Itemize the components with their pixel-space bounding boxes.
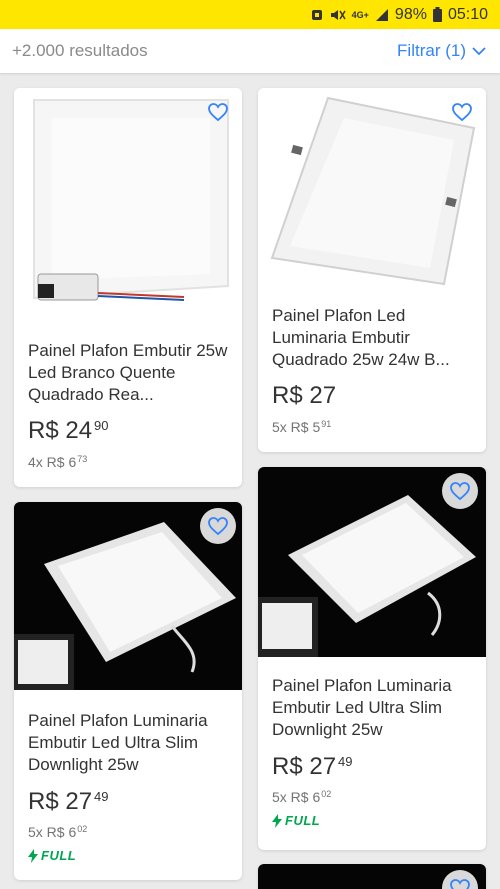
installments: 5x R$ 6 02 [28, 824, 87, 840]
price-cents: 90 [94, 418, 109, 433]
heart-icon [208, 517, 228, 536]
product-title[interactable]: Painel Plafon Luminaria Embutir Led Ultr… [28, 710, 230, 776]
product-price: R$ 24 90 [28, 417, 109, 445]
clock: 05:10 [447, 5, 488, 23]
network-type-label: 4G+ [351, 9, 369, 20]
results-count: +2.000 resultados [12, 41, 148, 60]
price-whole: R$ 27 [272, 382, 337, 409]
full-shipping-badge: FULL [272, 813, 320, 828]
product-card[interactable]: Painel Plafon Led Luminaria Embutir Quad… [258, 88, 486, 452]
price-whole: R$ 27 [272, 753, 337, 780]
heart-icon [450, 482, 470, 501]
price-whole: R$ 27 [28, 788, 93, 815]
installments-whole: 4x R$ 6 [28, 454, 77, 470]
installments-cents: 02 [321, 789, 332, 799]
installments-cents: 73 [77, 454, 88, 464]
product-title[interactable]: Painel Plafon Embutir 25w Led Branco Que… [28, 340, 230, 406]
product-title[interactable]: Painel Plafon Led Luminaria Embutir Quad… [272, 305, 474, 371]
installments-whole: 5x R$ 6 [28, 824, 77, 840]
lightning-icon [272, 813, 282, 828]
heart-icon [208, 103, 228, 122]
full-shipping-badge: FULL [28, 848, 76, 863]
battery-percent: 98% [394, 5, 427, 23]
chevron-down-icon [472, 46, 486, 55]
favorite-button[interactable] [444, 94, 480, 130]
price-whole: R$ 24 [28, 417, 93, 444]
filter-label: Filtrar (1) [397, 41, 466, 60]
price-cents: 49 [94, 789, 109, 804]
heart-icon [452, 103, 472, 122]
installments: 4x R$ 6 73 [28, 454, 87, 470]
product-card[interactable] [258, 864, 486, 889]
favorite-button[interactable] [200, 94, 236, 130]
heart-icon [450, 879, 470, 889]
signal-icon [375, 8, 389, 22]
product-card[interactable]: Painel Plafon Luminaria Embutir Led Ultr… [258, 467, 486, 850]
installments-whole: 5x R$ 6 [272, 789, 321, 805]
mute-icon [330, 8, 346, 22]
installments-cents: 91 [321, 419, 332, 429]
installments-cents: 02 [77, 824, 88, 834]
battery-icon [432, 7, 442, 22]
installments: 5x R$ 6 02 [272, 789, 331, 805]
full-label: FULL [41, 848, 77, 863]
alarm-icon [310, 8, 324, 22]
installments: 5x R$ 5 91 [272, 419, 331, 435]
product-card[interactable]: Painel Plafon Luminaria Embutir Led Ultr… [14, 502, 242, 880]
installments-whole: 5x R$ 5 [272, 419, 321, 435]
favorite-button[interactable] [200, 508, 236, 544]
status-bar: 4G+ 98% 05:10 [0, 0, 500, 29]
product-price: R$ 27 [272, 382, 338, 410]
product-title[interactable]: Painel Plafon Luminaria Embutir Led Ultr… [272, 675, 474, 741]
product-price: R$ 27 49 [272, 753, 353, 781]
price-cents: 49 [338, 754, 353, 769]
product-price: R$ 27 49 [28, 788, 109, 816]
favorite-button[interactable] [442, 473, 478, 509]
lightning-icon [28, 848, 38, 863]
product-card[interactable]: Painel Plafon Embutir 25w Led Branco Que… [14, 88, 242, 487]
results-header: +2.000 resultados Filtrar (1) [0, 29, 500, 73]
full-label: FULL [285, 813, 321, 828]
filter-button[interactable]: Filtrar (1) [397, 41, 486, 61]
